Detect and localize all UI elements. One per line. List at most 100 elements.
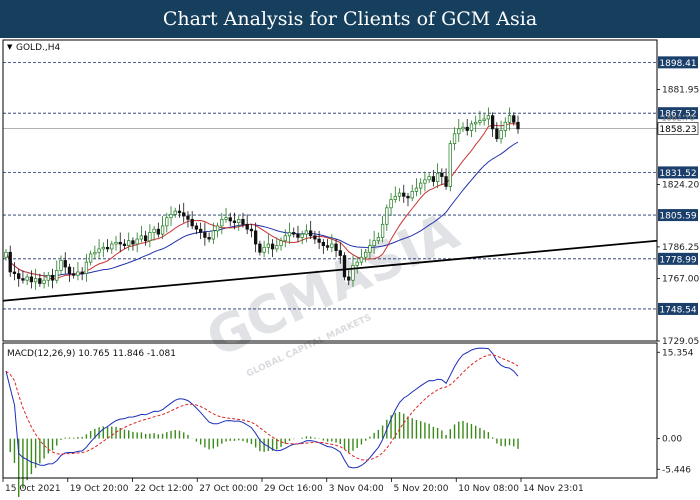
- candle-body[interactable]: [330, 243, 334, 248]
- candle-body[interactable]: [321, 242, 326, 247]
- candle-body[interactable]: [304, 230, 309, 235]
- candle-body[interactable]: [237, 218, 241, 223]
- candle-body[interactable]: [457, 128, 461, 135]
- candle-body[interactable]: [25, 276, 29, 281]
- candle-body[interactable]: [249, 228, 254, 232]
- candle-body[interactable]: [152, 228, 156, 233]
- candle-body[interactable]: [198, 228, 203, 233]
- candle-body[interactable]: [63, 260, 67, 268]
- candle-body[interactable]: [431, 176, 436, 182]
- candle-body[interactable]: [296, 233, 300, 238]
- candle-body[interactable]: [156, 228, 160, 235]
- candle-body[interactable]: [389, 199, 393, 209]
- candle-body[interactable]: [507, 115, 512, 123]
- candle-body[interactable]: [503, 121, 507, 131]
- candle-body[interactable]: [131, 240, 135, 245]
- candle-body[interactable]: [435, 172, 440, 182]
- candle-body[interactable]: [414, 187, 419, 192]
- candle-body[interactable]: [499, 130, 503, 140]
- candle-body[interactable]: [368, 245, 372, 253]
- candle-body[interactable]: [292, 232, 296, 235]
- candle-body[interactable]: [385, 207, 389, 225]
- candle-body[interactable]: [474, 121, 478, 125]
- candle-body[interactable]: [516, 121, 520, 130]
- candle-body[interactable]: [80, 271, 84, 274]
- candle-body[interactable]: [50, 274, 55, 281]
- candle-body[interactable]: [452, 133, 457, 145]
- candle-body[interactable]: [207, 237, 211, 240]
- candle-body[interactable]: [190, 218, 194, 227]
- candle-body[interactable]: [148, 232, 152, 242]
- candle-body[interactable]: [17, 273, 21, 279]
- candle-body[interactable]: [325, 245, 330, 248]
- candle-body[interactable]: [67, 266, 72, 274]
- candle-body[interactable]: [165, 217, 169, 227]
- candle-body[interactable]: [118, 242, 122, 245]
- candle-body[interactable]: [279, 240, 283, 247]
- candle-body[interactable]: [38, 278, 42, 284]
- candle-body[interactable]: [283, 235, 287, 242]
- candle-body[interactable]: [270, 243, 275, 250]
- candle-body[interactable]: [351, 265, 355, 281]
- candle-body[interactable]: [334, 243, 338, 251]
- candle-body[interactable]: [440, 172, 444, 177]
- candle-body[interactable]: [72, 273, 76, 276]
- candle-body[interactable]: [186, 215, 190, 220]
- candle-body[interactable]: [160, 225, 165, 235]
- candle-body[interactable]: [135, 238, 139, 245]
- candle-body[interactable]: [203, 232, 207, 238]
- candle-body[interactable]: [211, 230, 215, 240]
- candle-body[interactable]: [393, 195, 397, 200]
- candle-body[interactable]: [397, 192, 402, 197]
- candle-body[interactable]: [46, 274, 50, 281]
- candle-body[interactable]: [110, 243, 114, 250]
- candle-body[interactable]: [101, 246, 105, 250]
- candle-body[interactable]: [220, 218, 224, 227]
- candle-body[interactable]: [402, 192, 406, 197]
- candle-body[interactable]: [262, 246, 266, 253]
- candle-body[interactable]: [42, 279, 46, 284]
- candle-body[interactable]: [29, 276, 34, 283]
- candle-body[interactable]: [448, 143, 452, 187]
- candle-body[interactable]: [512, 115, 516, 123]
- candle-body[interactable]: [427, 176, 431, 181]
- candle-body[interactable]: [177, 210, 182, 214]
- candle-body[interactable]: [444, 176, 448, 187]
- candle-body[interactable]: [359, 256, 364, 263]
- candle-body[interactable]: [122, 243, 127, 247]
- candle-body[interactable]: [317, 238, 321, 243]
- candle-body[interactable]: [169, 214, 173, 219]
- candle-body[interactable]: [275, 245, 279, 250]
- candle-body[interactable]: [490, 115, 495, 130]
- candle-body[interactable]: [287, 232, 292, 237]
- candle-body[interactable]: [139, 235, 144, 240]
- candle-body[interactable]: [182, 212, 186, 217]
- candle-body[interactable]: [347, 276, 351, 281]
- candle-body[interactable]: [486, 115, 491, 120]
- candle-body[interactable]: [55, 269, 59, 281]
- candle-body[interactable]: [478, 120, 482, 123]
- candle-body[interactable]: [241, 218, 245, 225]
- candle-body[interactable]: [215, 225, 220, 232]
- candle-body[interactable]: [114, 242, 118, 245]
- candle-body[interactable]: [88, 253, 93, 263]
- candle-body[interactable]: [423, 179, 427, 184]
- candle-body[interactable]: [338, 250, 342, 256]
- candle-body[interactable]: [8, 251, 12, 273]
- candle-body[interactable]: [245, 223, 249, 230]
- candle-body[interactable]: [76, 271, 80, 276]
- candle-body[interactable]: [4, 251, 8, 258]
- candle-body[interactable]: [461, 126, 465, 130]
- candle-body[interactable]: [173, 210, 177, 215]
- candle-body[interactable]: [105, 246, 110, 250]
- candle-body[interactable]: [228, 217, 232, 222]
- candle-body[interactable]: [97, 248, 101, 253]
- candle-body[interactable]: [84, 261, 89, 274]
- candle-body[interactable]: [12, 271, 17, 274]
- candle-body[interactable]: [380, 223, 385, 238]
- candle-body[interactable]: [127, 240, 131, 247]
- candle-body[interactable]: [300, 233, 304, 238]
- chevron-down-icon[interactable]: ▼: [7, 43, 13, 51]
- candle-body[interactable]: [194, 225, 199, 230]
- candle-body[interactable]: [465, 126, 469, 131]
